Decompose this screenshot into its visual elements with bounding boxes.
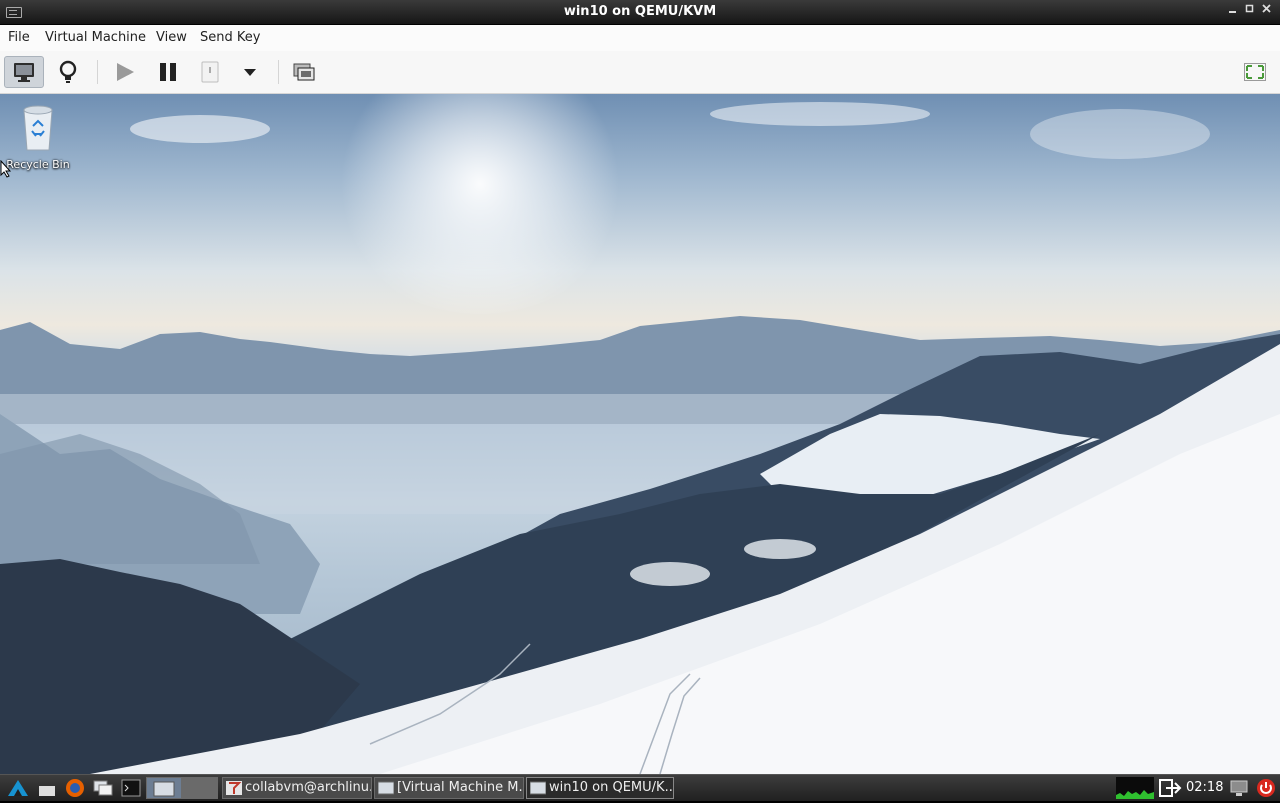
logout-button[interactable] xyxy=(1158,778,1182,798)
workspace-pager[interactable] xyxy=(182,777,218,799)
recycle-bin[interactable]: Recycle Bin xyxy=(6,100,70,171)
menu-bar: File Virtual Machine View Send Key xyxy=(0,25,1280,51)
run-icon xyxy=(117,63,134,81)
terminal-launcher[interactable] xyxy=(120,778,142,798)
shutdown-button[interactable] xyxy=(190,56,230,88)
virt-manager-icon xyxy=(153,781,175,797)
console-icon xyxy=(14,63,34,82)
details-button[interactable] xyxy=(48,56,88,88)
vm-icon xyxy=(530,781,546,795)
start-icon xyxy=(8,780,28,796)
firefox-icon xyxy=(66,779,84,797)
show-desktop-button[interactable] xyxy=(36,778,58,798)
recycle-bin-label: Recycle Bin xyxy=(6,158,70,171)
toolbar-separator xyxy=(97,60,98,84)
menu-file[interactable]: File xyxy=(8,25,30,51)
minimize-icon[interactable] xyxy=(1226,4,1240,18)
text-editor-icon xyxy=(226,781,242,795)
guest-desktop[interactable]: Recycle Bin xyxy=(0,94,1280,774)
files-icon xyxy=(93,780,113,796)
task-label: win10 on QEMU/K... xyxy=(549,780,674,795)
fullscreen-button[interactable] xyxy=(1235,56,1275,88)
close-icon[interactable] xyxy=(1260,4,1274,18)
maximize-icon[interactable] xyxy=(1243,4,1257,18)
shutdown-menu-button[interactable] xyxy=(230,56,270,88)
vm-icon xyxy=(378,781,394,795)
display-icon xyxy=(1230,780,1248,796)
virt-manager-launcher[interactable] xyxy=(146,777,182,799)
window-titlebar: win10 on QEMU/KVM xyxy=(0,0,1280,25)
toolbar-separator xyxy=(278,60,279,84)
start-button[interactable] xyxy=(6,778,28,798)
firefox-launcher[interactable] xyxy=(64,778,86,798)
recycle-bin-icon xyxy=(23,105,53,151)
run-button[interactable] xyxy=(105,56,145,88)
logout-icon xyxy=(1159,779,1182,797)
dropdown-icon xyxy=(244,69,256,76)
host-taskbar: collabvm@archlinu... [Virtual Machine M.… xyxy=(0,774,1280,801)
task-label: collabvm@archlinu... xyxy=(245,780,372,795)
details-lightbulb-icon xyxy=(59,60,77,83)
files-launcher[interactable] xyxy=(92,778,114,798)
menu-virtual-machine[interactable]: Virtual Machine xyxy=(45,25,146,51)
display-settings-button[interactable] xyxy=(1228,778,1250,798)
clock: 02:18 xyxy=(1186,780,1224,795)
window-title: win10 on QEMU/KVM xyxy=(563,4,717,19)
menu-send-key[interactable]: Send Key xyxy=(200,25,260,51)
pause-icon xyxy=(160,63,176,81)
menu-view[interactable]: View xyxy=(156,25,187,51)
fullscreen-icon xyxy=(1244,63,1266,81)
task-virtual-machine-manager[interactable]: [Virtual Machine M... xyxy=(374,777,524,799)
power-icon xyxy=(1257,779,1275,797)
task-collabvm-terminal[interactable]: collabvm@archlinu... xyxy=(222,777,372,799)
wallpaper-landscape xyxy=(0,102,1280,774)
desktop-icon xyxy=(39,786,55,796)
snapshots-icon xyxy=(293,63,315,81)
toolbar xyxy=(0,51,1280,94)
shutdown-icon xyxy=(201,61,219,83)
snapshots-button[interactable] xyxy=(284,56,324,88)
console-button[interactable] xyxy=(4,56,44,88)
power-button[interactable] xyxy=(1255,778,1277,798)
mouse-cursor-icon xyxy=(0,160,12,178)
terminal-icon xyxy=(121,779,141,797)
task-win10-qemu[interactable]: win10 on QEMU/K... xyxy=(526,777,674,799)
task-label: [Virtual Machine M... xyxy=(397,780,524,795)
pause-button[interactable] xyxy=(148,56,188,88)
cpu-graph xyxy=(1116,777,1154,799)
